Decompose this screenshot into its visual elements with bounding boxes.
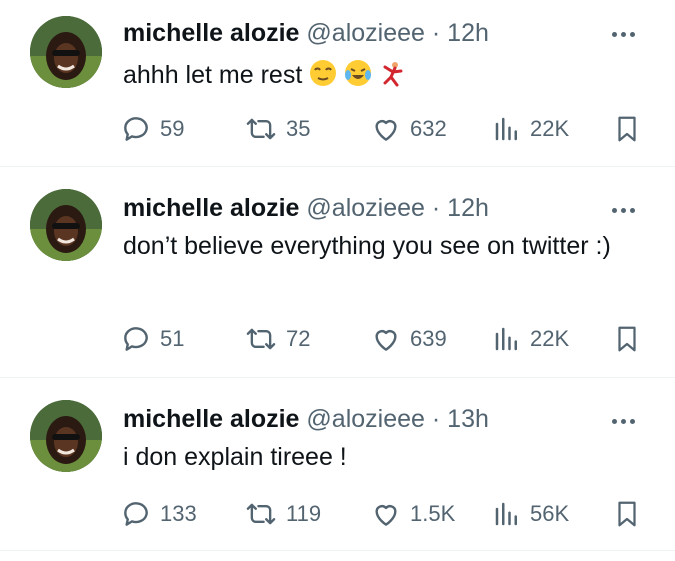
tweet-time[interactable]: 12h [447,19,489,47]
reply-button[interactable]: 133 [120,497,197,531]
views-count: 56K [530,501,570,526]
tweet-actions: 59 35 632 22K [120,112,645,146]
reply-icon [124,117,148,141]
tweet-text: don’t believe everything you see on twit… [123,228,653,264]
like-button[interactable]: 1.5K [370,497,455,531]
repost-icon [246,503,276,525]
tears-of-joy-emoji [345,60,372,86]
more-options-icon[interactable] [612,411,642,425]
heart-icon [375,120,397,141]
views-count: 22K [530,116,570,141]
bookmark-button[interactable] [612,112,642,146]
tweet[interactable]: michelle alozie @alozieee · 12h don’t be… [0,167,675,378]
reply-count: 51 [160,326,185,351]
repost-icon [246,118,276,140]
heart-icon [375,330,397,351]
views-count: 22K [530,326,570,351]
more-options-icon[interactable] [612,200,642,214]
tweet-time[interactable]: 12h [447,194,489,222]
bookmark-icon [618,501,636,527]
bookmark-icon [618,326,636,352]
tweet-text-content: don’t believe everything you see on twit… [123,232,611,260]
views-button[interactable]: 22K [492,322,569,356]
repost-count: 72 [286,326,311,351]
like-button[interactable]: 639 [370,322,447,356]
views-chart-icon [495,502,517,526]
avatar[interactable] [30,189,102,261]
tweet-actions: 51 72 639 22K [120,322,645,356]
author-handle[interactable]: @alozieee [306,19,425,47]
tweet-text: ahhh let me rest [123,57,653,93]
repost-button[interactable]: 72 [244,322,310,356]
like-button[interactable]: 632 [370,112,447,146]
reply-icon [124,502,148,526]
views-chart-icon [495,327,517,351]
meta-separator: · [431,194,441,222]
tweet-text: i don explain tireee ! [123,439,653,475]
views-button[interactable]: 56K [492,497,569,531]
author-name[interactable]: michelle alozie [123,194,299,222]
repost-count: 119 [286,501,322,526]
repost-icon [246,328,276,350]
views-chart-icon [495,117,517,141]
repost-count: 35 [286,116,311,141]
meta-separator: · [431,19,441,47]
tweet[interactable]: michelle alozie @alozieee · 13h i don ex… [0,378,675,551]
heart-icon [375,505,397,526]
author-handle[interactable]: @alozieee [306,194,425,222]
tweet-header: michelle alozie @alozieee · 12h [123,193,489,223]
reply-count: 59 [160,116,185,141]
author-name[interactable]: michelle alozie [123,19,299,47]
tweet-header: michelle alozie @alozieee · 12h [123,18,489,48]
tweet-text-content: i don explain tireee ! [123,443,347,471]
tweet-time[interactable]: 13h [447,405,489,433]
person-cartwheeling-emoji [383,62,403,87]
repost-button[interactable]: 119 [244,497,321,531]
bookmark-button[interactable] [612,497,642,531]
reply-count: 133 [160,501,197,526]
author-handle[interactable]: @alozieee [306,405,425,433]
repost-button[interactable]: 35 [244,112,310,146]
author-name[interactable]: michelle alozie [123,405,299,433]
tweet-actions: 133 119 1.5K 56K [120,497,645,531]
tweet-text-content: ahhh let me rest [123,61,303,89]
more-options-icon[interactable] [612,24,642,38]
bookmark-button[interactable] [612,322,642,356]
like-count: 639 [410,326,447,351]
views-button[interactable]: 22K [492,112,569,146]
tweet-header: michelle alozie @alozieee · 13h [123,404,489,434]
like-count: 1.5K [410,501,456,526]
meta-separator: · [431,405,441,433]
like-count: 632 [410,116,447,141]
reply-button[interactable]: 59 [120,112,184,146]
reply-icon [124,327,148,351]
avatar[interactable] [30,400,102,472]
avatar[interactable] [30,16,102,88]
dizzy-face-emoji [310,60,337,86]
tweet[interactable]: michelle alozie @alozieee · 12h ahhh let… [0,0,675,167]
bookmark-icon [618,116,636,142]
reply-button[interactable]: 51 [120,322,184,356]
